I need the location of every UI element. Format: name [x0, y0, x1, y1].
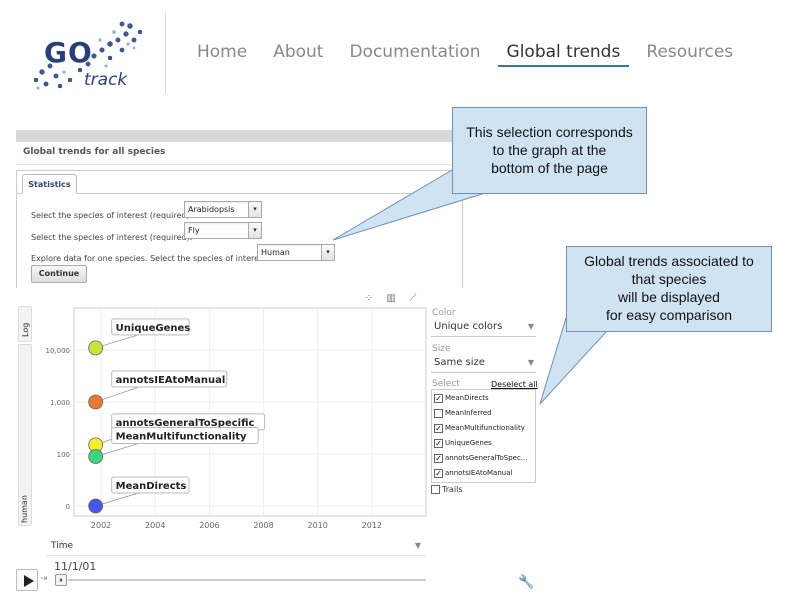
time-slider-track[interactable]: [68, 579, 426, 581]
series-option-label: MeanDirects: [445, 394, 489, 402]
select-control-label: Select: [432, 379, 460, 389]
series-option-label: UniqueGenes: [445, 439, 492, 447]
checkbox[interactable]: ✓: [434, 453, 443, 463]
x-tick-label: 2012: [362, 521, 382, 530]
point-label: annotsIEAtoManual: [116, 375, 226, 386]
x-axis-time-select[interactable]: Time ▼: [47, 541, 425, 556]
size-select[interactable]: Same size ▼: [431, 357, 536, 373]
x-tick-label: 2010: [308, 521, 328, 530]
checkbox[interactable]: ✓: [434, 393, 443, 403]
y-axis-label: human: [20, 495, 29, 523]
series-option[interactable]: ✓ MeanMultifunctionality: [434, 421, 525, 435]
x-tick-label: 2008: [253, 521, 273, 530]
callout-selection-line: to the graph at the: [492, 142, 607, 158]
data-point[interactable]: [88, 340, 104, 356]
y-tick-label: 1,000: [50, 399, 70, 407]
point-label: MeanMultifunctionality: [116, 432, 247, 443]
callout-selection: This selection corresponds to the graph …: [452, 107, 647, 194]
time-select-value: Time: [51, 541, 74, 551]
time-slider-handle[interactable]: ⏸: [55, 574, 67, 586]
series-option-label: annotsIEAtoManual: [445, 469, 513, 477]
data-point[interactable]: [88, 394, 104, 410]
point-label: MeanDirects: [116, 481, 187, 492]
color-control-label: Color: [432, 308, 456, 318]
series-option-label: annotsGeneralToSpec...: [445, 454, 528, 462]
point-label: UniqueGenes: [116, 323, 191, 334]
checkbox[interactable]: ✓: [434, 423, 443, 433]
callout-trends-line: will be displayed: [618, 289, 720, 305]
x-tick-label: 2004: [145, 521, 165, 530]
trails-label: Trails: [442, 485, 463, 494]
checkbox[interactable]: ✓: [434, 438, 443, 448]
chevron-down-icon: ▼: [527, 358, 534, 367]
log-scale-label: Log: [21, 322, 30, 337]
trails-toggle[interactable]: Trails: [431, 485, 463, 494]
chevron-down-icon: ▼: [527, 322, 534, 331]
checkbox[interactable]: [434, 408, 443, 418]
series-option[interactable]: ✓ UniqueGenes: [434, 436, 492, 450]
current-time-readout: 11/1/01: [54, 560, 97, 573]
callout-selection-line: This selection corresponds: [466, 124, 633, 140]
x-tick-label: 2006: [199, 521, 219, 530]
data-point[interactable]: [88, 498, 104, 514]
series-option[interactable]: ✓ annotsIEAtoManual: [434, 466, 512, 480]
series-select-list: ✓ MeanDirects MeanInferred ✓ MeanMultifu…: [431, 389, 536, 483]
wrench-icon[interactable]: 🔧: [518, 575, 534, 591]
data-point[interactable]: [88, 449, 104, 464]
color-select[interactable]: Unique colors ▼: [431, 321, 536, 337]
checkbox[interactable]: ✓: [434, 468, 443, 478]
play-button[interactable]: [16, 569, 38, 591]
series-option[interactable]: ✓ MeanDirects: [434, 391, 489, 405]
callout-trends-line: that species: [631, 271, 707, 287]
callout-trends: Global trends associated to that species…: [566, 246, 772, 332]
callout-trends-line: for easy comparison: [605, 307, 733, 323]
trails-checkbox[interactable]: [431, 485, 440, 494]
color-select-value: Unique colors: [434, 321, 503, 332]
callout-selection-line: bottom of the page: [491, 160, 608, 176]
series-option[interactable]: ✓ annotsGeneralToSpec...: [434, 451, 528, 465]
chevron-down-icon: ▼: [414, 541, 421, 550]
y-tick-label: 100: [57, 451, 70, 459]
deselect-all-link[interactable]: Deselect all: [491, 380, 538, 389]
callout-trends-line: Global trends associated to: [584, 253, 754, 269]
size-select-value: Same size: [434, 357, 485, 368]
x-tick-label: 2002: [91, 521, 111, 530]
y-tick-label: 10,000: [46, 347, 71, 355]
step-forward-icon[interactable]: ⇥: [40, 573, 52, 585]
series-option-label: MeanInferred: [445, 409, 492, 417]
size-control-label: Size: [432, 344, 451, 354]
motion-chart[interactable]: 2002 2004 2006 2008 2010 201201001,00010,000 …: [30, 300, 430, 540]
series-option[interactable]: MeanInferred: [434, 406, 492, 420]
series-option-label: MeanMultifunctionality: [445, 424, 525, 432]
y-tick-label: 0: [66, 503, 70, 511]
